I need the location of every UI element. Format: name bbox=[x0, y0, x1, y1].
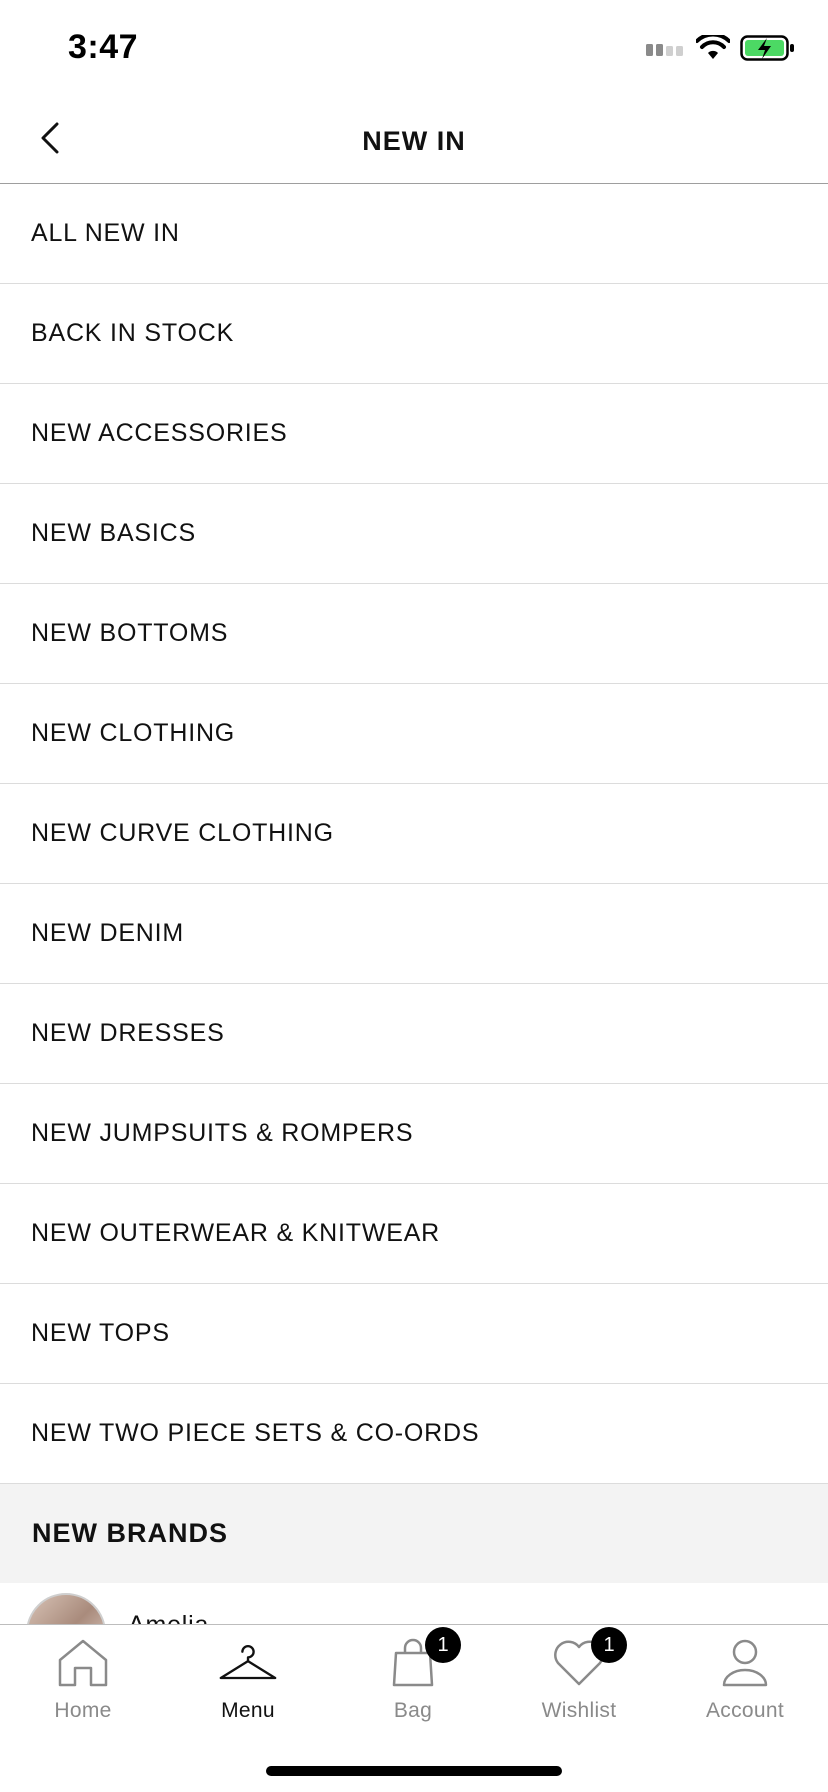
menu-item-new-outerwear-knitwear[interactable]: NEW OUTERWEAR & KNITWEAR bbox=[0, 1184, 828, 1284]
tab-label-home: Home bbox=[54, 1699, 112, 1722]
menu-item-new-dresses[interactable]: NEW DRESSES bbox=[0, 984, 828, 1084]
tab-account[interactable]: Account bbox=[662, 1637, 828, 1737]
status-icons bbox=[646, 32, 796, 67]
tab-label-menu: Menu bbox=[221, 1699, 275, 1722]
home-indicator bbox=[266, 1766, 562, 1776]
tab-menu[interactable]: Menu bbox=[165, 1637, 331, 1737]
menu-item-new-denim[interactable]: NEW DENIM bbox=[0, 884, 828, 984]
menu-item-new-tops[interactable]: NEW TOPS bbox=[0, 1284, 828, 1384]
nav-header: NEW IN bbox=[0, 96, 828, 184]
cellular-signal-icon bbox=[646, 40, 686, 61]
section-header-new-brands: NEW BRANDS bbox=[0, 1484, 828, 1583]
menu-item-back-in-stock[interactable]: BACK IN STOCK bbox=[0, 284, 828, 384]
tab-label-account: Account bbox=[706, 1699, 784, 1722]
menu-item-new-accessories[interactable]: NEW ACCESSORIES bbox=[0, 384, 828, 484]
bag-icon: 1 bbox=[383, 1627, 461, 1689]
home-icon bbox=[53, 1637, 113, 1689]
category-list: ALL NEW IN BACK IN STOCK NEW ACCESSORIES… bbox=[0, 184, 828, 1484]
bag-count-badge: 1 bbox=[425, 1627, 461, 1663]
brand-row[interactable]: Amelia bbox=[0, 1583, 828, 1625]
tab-wishlist[interactable]: 1 Wishlist bbox=[496, 1627, 662, 1737]
wifi-icon bbox=[695, 32, 731, 66]
status-bar: 3:47 bbox=[0, 0, 828, 96]
person-icon bbox=[715, 1637, 775, 1689]
status-time: 3:47 bbox=[68, 28, 139, 66]
brand-avatar bbox=[26, 1593, 106, 1625]
battery-charging-icon bbox=[740, 34, 796, 67]
tab-label-bag: Bag bbox=[393, 1699, 433, 1722]
menu-item-new-bottoms[interactable]: NEW BOTTOMS bbox=[0, 584, 828, 684]
heart-icon: 1 bbox=[549, 1627, 627, 1689]
hanger-icon bbox=[218, 1637, 278, 1689]
menu-item-all-new-in[interactable]: ALL NEW IN bbox=[0, 184, 828, 284]
tab-bag[interactable]: 1 Bag bbox=[330, 1627, 496, 1737]
menu-item-new-basics[interactable]: NEW BASICS bbox=[0, 484, 828, 584]
menu-item-new-curve-clothing[interactable]: NEW CURVE CLOTHING bbox=[0, 784, 828, 884]
menu-item-new-clothing[interactable]: NEW CLOTHING bbox=[0, 684, 828, 784]
page-title: NEW IN bbox=[362, 126, 466, 156]
tab-home[interactable]: Home bbox=[0, 1637, 166, 1737]
tab-label-wishlist: Wishlist bbox=[541, 1699, 617, 1722]
menu-item-new-two-piece-sets[interactable]: NEW TWO PIECE SETS & CO-ORDS bbox=[0, 1384, 828, 1484]
wishlist-count-badge: 1 bbox=[591, 1627, 627, 1663]
menu-item-new-jumpsuits-rompers[interactable]: NEW JUMPSUITS & ROMPERS bbox=[0, 1084, 828, 1184]
brand-name: Amelia bbox=[128, 1611, 210, 1625]
